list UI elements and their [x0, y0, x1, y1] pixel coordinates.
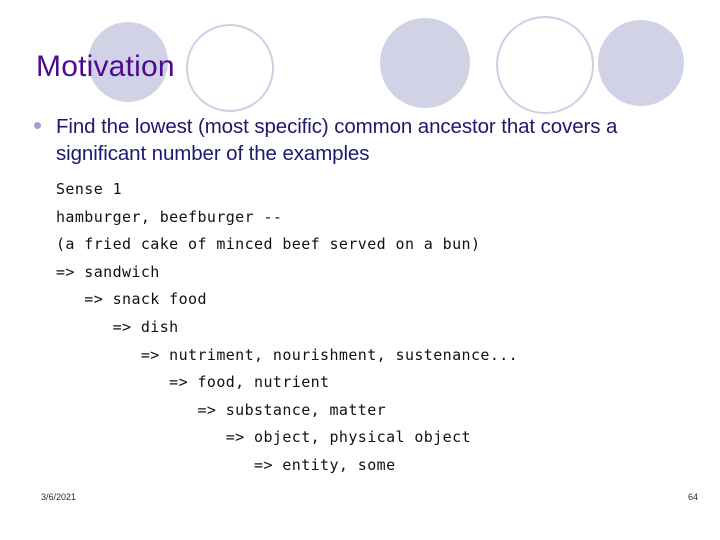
wordnet-line: Sense 1 [56, 180, 123, 198]
wordnet-line: => dish [56, 317, 179, 336]
footer-date: 3/6/2021 [41, 492, 77, 502]
deco-circle-2-icon [186, 24, 274, 112]
wordnet-line: => object, physical object [56, 428, 471, 447]
footer-page-number: 64 [687, 492, 698, 502]
page-title: Motivation [36, 50, 175, 83]
wordnet-line: => sandwich [56, 262, 160, 281]
bullet-dot-icon [34, 113, 56, 129]
bullet-list: Find the lowest (most specific) common a… [34, 113, 674, 167]
wordnet-line: (a fried cake of minced beef served on a… [56, 235, 481, 254]
deco-circle-4-icon [496, 16, 594, 114]
wordnet-line: => nutriment, nourishment, sustenance... [56, 345, 519, 364]
wordnet-line: => substance, matter [56, 400, 387, 419]
list-item: Find the lowest (most specific) common a… [34, 113, 674, 167]
deco-circle-5-icon [598, 20, 684, 106]
wordnet-line: => food, nutrient [56, 373, 330, 392]
wordnet-hypernym-block: Sense 1 hamburger, beefburger -- (a fried … [56, 176, 518, 480]
deco-circle-3-icon [380, 18, 470, 108]
wordnet-line: => entity, some [56, 455, 396, 474]
wordnet-line: hamburger, beefburger -- [56, 207, 283, 226]
wordnet-line: => snack food [56, 290, 207, 309]
bullet-item-label: Find the lowest (most specific) common a… [56, 115, 618, 165]
slide: Motivation Find the lowest (most specifi… [0, 0, 720, 540]
